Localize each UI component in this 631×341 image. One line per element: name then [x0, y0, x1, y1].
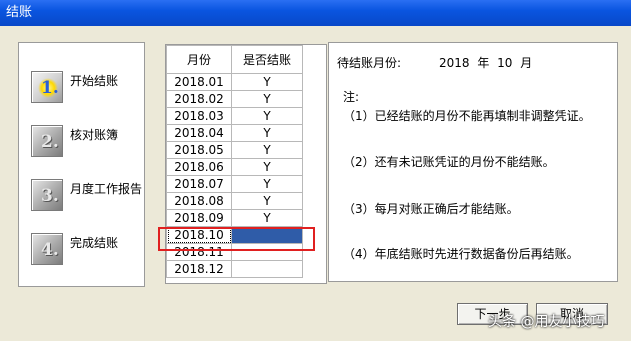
- step-2-icon: 2.: [31, 125, 63, 157]
- closing-dialog: 结账 1. 开始结账 2. 核对账簿 3. 月度工作报告 4. 完成结账 月份 …: [0, 0, 631, 341]
- month-cell[interactable]: 2018.12: [166, 260, 232, 278]
- step-number: 1.: [41, 78, 59, 98]
- step-verify-ledger: 2. 核对账簿: [31, 125, 146, 161]
- closed-cell[interactable]: [231, 243, 303, 261]
- step-start-closing: 1. 开始结账: [31, 71, 146, 107]
- step-monthly-report: 3. 月度工作报告: [31, 179, 146, 215]
- pending-month-label: 待结账月份:: [337, 56, 402, 70]
- month-cell[interactable]: 2018.07: [166, 175, 232, 193]
- notes-title: 注:: [343, 90, 360, 104]
- pending-month-value: 2018 年 10 月: [439, 56, 533, 70]
- steps-panel: 1. 开始结账 2. 核对账簿 3. 月度工作报告 4. 完成结账: [18, 42, 145, 287]
- header-closed: 是否结账: [231, 45, 303, 74]
- closed-cell[interactable]: Y: [231, 158, 303, 176]
- table-row[interactable]: 2018.08 Y: [166, 192, 303, 210]
- note-3: （3）每月对账正确后才能结账。: [343, 202, 519, 216]
- closed-cell[interactable]: Y: [231, 107, 303, 125]
- month-cell[interactable]: 2018.08: [166, 192, 232, 210]
- step-label: 核对账簿: [70, 128, 119, 142]
- table-row[interactable]: 2018.11: [166, 243, 303, 261]
- watermark: 头条 @用友小技巧: [488, 314, 605, 330]
- closed-cell[interactable]: [231, 260, 303, 278]
- table-row[interactable]: 2018.04 Y: [166, 124, 303, 142]
- step-label: 完成结账: [70, 236, 119, 250]
- month-cell[interactable]: 2018.01: [166, 73, 232, 91]
- table-row[interactable]: 2018.01 Y: [166, 73, 303, 91]
- closed-cell[interactable]: Y: [231, 124, 303, 142]
- table-row[interactable]: 2018.10: [166, 226, 303, 244]
- closed-cell[interactable]: Y: [231, 175, 303, 193]
- note-2: （2）还有未记账凭证的月份不能结账。: [343, 155, 555, 169]
- table-row[interactable]: 2018.06 Y: [166, 158, 303, 176]
- step-number: 3.: [41, 186, 59, 206]
- step-label: 开始结账: [70, 74, 119, 88]
- table-row[interactable]: 2018.05 Y: [166, 141, 303, 159]
- step-number: 2.: [41, 132, 59, 152]
- closed-cell[interactable]: Y: [231, 141, 303, 159]
- info-panel: 待结账月份: 2018 年 10 月 注: （1）已经结账的月份不能再填制非调整…: [328, 42, 618, 282]
- month-cell[interactable]: 2018.03: [166, 107, 232, 125]
- step-label: 月度工作报告: [70, 182, 143, 196]
- step-3-icon: 3.: [31, 179, 63, 211]
- step-1-icon: 1.: [31, 71, 63, 103]
- table-row[interactable]: 2018.12: [166, 260, 303, 278]
- closed-cell[interactable]: Y: [231, 192, 303, 210]
- table-row[interactable]: 2018.09 Y: [166, 209, 303, 227]
- table-row[interactable]: 2018.03 Y: [166, 107, 303, 125]
- month-cell[interactable]: 2018.06: [166, 158, 232, 176]
- step-number: 4.: [41, 240, 59, 260]
- closed-cell[interactable]: Y: [231, 73, 303, 91]
- month-cell[interactable]: 2018.05: [166, 141, 232, 159]
- month-cell[interactable]: 2018.09: [166, 209, 232, 227]
- table-row[interactable]: 2018.07 Y: [166, 175, 303, 193]
- note-1: （1）已经结账的月份不能再填制非调整凭证。: [343, 109, 591, 123]
- step-4-icon: 4.: [31, 233, 63, 265]
- closed-cell[interactable]: [231, 226, 303, 244]
- window-title: 结账: [0, 0, 631, 26]
- month-cell[interactable]: 2018.11: [166, 243, 232, 261]
- table-row[interactable]: 2018.02 Y: [166, 90, 303, 108]
- step-finish-closing: 4. 完成结账: [31, 233, 146, 269]
- month-cell[interactable]: 2018.02: [166, 90, 232, 108]
- note-4: （4）年底结账时先进行数据备份后再结账。: [343, 247, 579, 261]
- month-cell[interactable]: 2018.04: [166, 124, 232, 142]
- closed-cell[interactable]: Y: [231, 209, 303, 227]
- closed-cell[interactable]: Y: [231, 90, 303, 108]
- month-table[interactable]: 月份 是否结账 2018.01 Y 2018.02 Y 2018.03 Y 2018.04 Y…: [165, 44, 327, 284]
- month-cell[interactable]: 2018.10: [166, 226, 232, 244]
- header-month: 月份: [166, 45, 232, 74]
